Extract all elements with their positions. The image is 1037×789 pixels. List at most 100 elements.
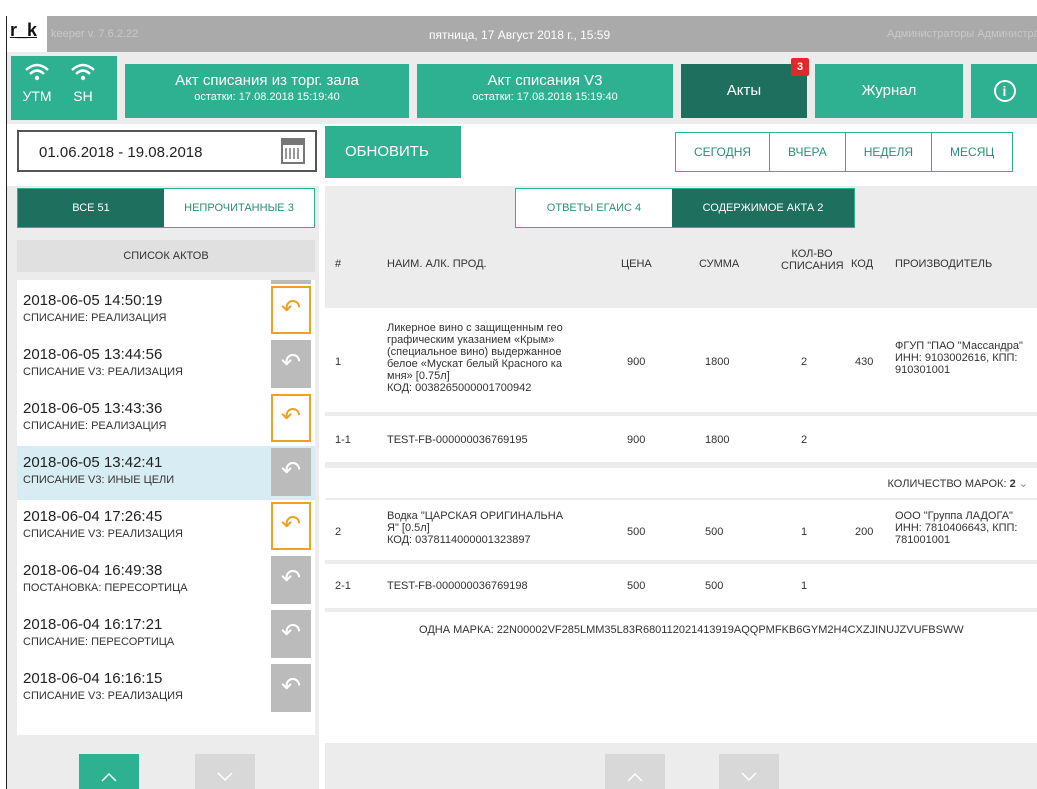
acts-badge: 3 [791,58,809,76]
writeoff-hall-title: Акт списания из торг. зала [175,72,359,89]
col-num: # [335,258,342,270]
reply-icon[interactable]: ↶ [271,556,311,604]
acts-list[interactable]: 2018-06-05 14:50:19 СПИСАНИЕ: РЕАЛИЗАЦИЯ… [17,280,315,735]
act-date: 2018-06-05 13:43:36 [23,400,163,417]
period-selector: СЕГОДНЯ ВЧЕРА НЕДЕЛЯ МЕСЯЦ [675,132,1014,172]
producer-info: ООО "Группа ЛАДОГА" ИНН: 7810406643, КПП… [895,510,1018,546]
details-tabs: ОТВЕТЫ ЕГАИС 4 СОДЕРЖИМОЕ АКТА 2 [515,188,855,228]
tab-act-contents[interactable]: СОДЕРЖИМОЕ АКТА 2 [672,189,854,227]
col-sum: СУММА [699,258,740,270]
list-item-selected[interactable]: 2018-06-05 13:42:41 СПИСАНИЕ V3: ИНЫЕ ЦЕ… [17,446,315,500]
col-qty: КОЛ-ВО СПИСАНИЯ [781,248,844,272]
date-range-value: 01.06.2018 - 19.08.2018 [39,144,203,161]
mark-code: ОДНА МАРКА: 22N00002VF285LMM35L83R680112… [419,624,964,636]
reply-icon[interactable]: ↶ [271,502,311,550]
table-row[interactable]: 2-1 TEST-FB-000000036769198 500 500 1 [325,564,1037,608]
period-today[interactable]: СЕГОДНЯ [676,133,771,171]
list-item[interactable]: 2018-06-05 14:50:19 СПИСАНИЕ: РЕАЛИЗАЦИЯ… [17,284,315,338]
writeoff-v3-title: Акт списания V3 [487,72,603,89]
act-type: СПИСАНИЕ V3: РЕАЛИЗАЦИЯ [23,366,183,378]
app-window: r_k keeper v. 7.6.2.22 пятница, 17 Авгус… [6,16,1037,789]
calendar-icon[interactable] [281,138,305,164]
table-row[interactable]: 1-1 TEST-FB-000000036769195 900 1800 2 [325,416,1037,462]
col-name: НАИМ. АЛК. ПРОД. [387,258,487,270]
content-scroll-down-button[interactable] [719,754,779,789]
app-logo: r_k [7,16,47,52]
tab-egais-responses[interactable]: ОТВЕТЫ ЕГАИС 4 [516,189,672,227]
table-header: # НАИМ. АЛК. ПРОД. ЦЕНА СУММА КОЛ-ВО СПИ… [325,238,1037,282]
tab-all[interactable]: ВСЕ 51 [18,189,164,227]
writeoff-hall-subtitle: остатки: 17.08.2018 15:19:40 [194,91,340,103]
chevron-down-icon: ⌄ [1018,478,1028,490]
act-type: СПИСАНИЕ: ПЕРЕСОРТИЦА [23,636,175,648]
reply-icon[interactable]: ↶ [271,286,311,334]
reply-icon[interactable]: ↶ [271,340,311,388]
current-user: Администраторы Администратор [887,28,1037,40]
current-datetime: пятница, 17 Август 2018 г., 15:59 [429,28,611,42]
chevron-up-icon [627,772,643,782]
list-item[interactable]: 2018-06-04 16:16:15 СПИСАНИЕ V3: РЕАЛИЗА… [17,662,315,716]
chevron-up-icon [101,772,117,782]
list-item[interactable]: 2018-06-04 16:17:21 СПИСАНИЕ: ПЕРЕСОРТИЦ… [17,608,315,662]
scroll-up-button[interactable] [79,754,139,789]
act-type: СПИСАНИЕ V3: ИНЫЕ ЦЕЛИ [23,474,175,486]
list-item[interactable]: 2018-06-05 13:43:36 СПИСАНИЕ: РЕАЛИЗАЦИЯ… [17,392,315,446]
date-range-field[interactable]: 01.06.2018 - 19.08.2018 [17,130,317,172]
writeoff-v3-subtitle: остатки: 17.08.2018 15:19:40 [472,91,618,103]
acts-button[interactable]: Акты 3 [681,58,809,118]
reply-icon[interactable]: ↶ [271,394,311,442]
info-button[interactable]: i [971,64,1037,118]
list-item[interactable]: 2018-06-04 16:49:38 ПОСТАНОВКА: ПЕРЕСОРТ… [17,554,315,608]
col-price: ЦЕНА [621,258,652,270]
wifi-icon [63,62,103,86]
col-code: КОД [851,258,874,270]
act-date: 2018-06-05 13:44:56 [23,346,163,363]
period-week[interactable]: НЕДЕЛЯ [846,133,933,171]
utm-label: УТМ [22,88,52,104]
journal-label: Журнал [861,82,917,99]
info-icon: i [993,80,1016,102]
acts-panel: ВСЕ 51 НЕПРОЧИТАННЫЕ 3 СПИСОК АКТОВ 2018… [7,186,319,789]
act-date: 2018-06-05 14:50:19 [23,292,163,309]
acts-filter-tabs: ВСЕ 51 НЕПРОЧИТАННЫЕ 3 [17,188,315,228]
connection-status[interactable]: УТМ SH [11,56,117,120]
journal-button[interactable]: Журнал [815,64,963,118]
period-yesterday[interactable]: ВЧЕРА [770,133,846,171]
act-date: 2018-06-04 16:16:15 [23,670,163,687]
marks-count-label: КОЛИЧЕСТВО МАРОК: [887,478,1007,490]
act-date: 2018-06-04 16:49:38 [23,562,163,579]
app-version: keeper v. 7.6.2.22 [51,28,139,40]
utm-signal: УТМ [17,62,57,104]
list-item[interactable]: 2018-06-05 13:44:56 СПИСАНИЕ V3: РЕАЛИЗА… [17,338,315,392]
header-bar: УТМ SH Акт списания из торг. зала остатк… [7,52,1037,124]
reply-icon[interactable]: ↶ [271,664,311,712]
product-name: Ликерное вино с защищенным гео графическ… [387,322,563,394]
reply-icon[interactable]: ↶ [271,610,311,658]
act-date: 2018-06-05 13:42:41 [23,454,163,471]
scroll-down-button[interactable] [195,754,255,789]
writeoff-v3-button[interactable]: Акт списания V3 остатки: 17.08.2018 15:1… [417,64,673,118]
act-type: СПИСАНИЕ: РЕАЛИЗАЦИЯ [23,420,167,432]
list-item[interactable]: 2018-06-04 17:26:45 СПИСАНИЕ V3: РЕАЛИЗА… [17,500,315,554]
sh-label: SH [73,88,93,104]
tab-unread[interactable]: НЕПРОЧИТАННЫЕ 3 [164,189,314,227]
act-details-panel: ОТВЕТЫ ЕГАИС 4 СОДЕРЖИМОЕ АКТА 2 # НАИМ.… [325,186,1037,789]
acts-label: Акты [726,82,762,99]
title-bar: r_k keeper v. 7.6.2.22 пятница, 17 Авгус… [7,16,1037,52]
reply-icon[interactable]: ↶ [271,448,311,496]
col-producer: ПРОИЗВОДИТЕЛЬ [895,258,993,270]
wifi-icon [17,62,57,86]
act-type: СПИСАНИЕ V3: РЕАЛИЗАЦИЯ [23,690,183,702]
writeoff-hall-button[interactable]: Акт списания из торг. зала остатки: 17.0… [125,64,409,118]
product-name: Водка "ЦАРСКАЯ ОРИГИНАЛЬНА Я" [0.5л] КОД… [387,510,564,546]
acts-list-title: СПИСОК АКТОВ [17,240,315,272]
table-row[interactable]: 2 Водка "ЦАРСКАЯ ОРИГИНАЛЬНА Я" [0.5л] К… [325,500,1037,560]
refresh-button[interactable]: ОБНОВИТЬ [325,126,461,178]
mark-detail-row: ОДНА МАРКА: 22N00002VF285LMM35L83R680112… [325,612,1037,648]
act-date: 2018-06-04 17:26:45 [23,508,163,525]
period-month[interactable]: МЕСЯЦ [932,133,1012,171]
table-row[interactable]: 1 Ликерное вино с защищенным гео графиче… [325,308,1037,412]
marks-count-row[interactable]: КОЛИЧЕСТВО МАРОК: 2 ⌄ [325,468,1037,498]
chevron-down-icon [217,772,233,782]
content-scroll-up-button[interactable] [605,754,665,789]
